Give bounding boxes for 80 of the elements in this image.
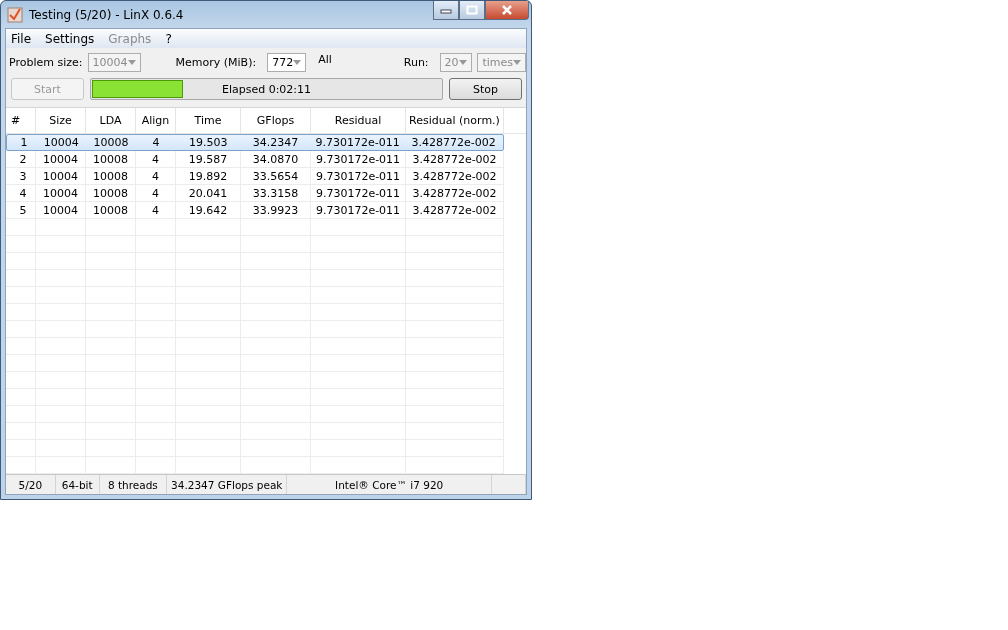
window-title: Testing (5/20) - LinX 0.6.4 <box>29 7 185 22</box>
table-row[interactable]: 4 10004 10008 4 20.041 33.3158 9.730172e-011 3.428772e-002 <box>6 185 504 202</box>
table-cell: 3 <box>6 168 36 184</box>
table-cell: 4 <box>136 168 176 184</box>
column-header[interactable]: GFlops <box>241 108 311 133</box>
column-header[interactable]: LDA <box>86 108 136 133</box>
table-row[interactable]: 3 10004 10008 4 19.892 33.5654 9.730172e-011 3.428772e-002 <box>6 168 504 185</box>
table-cell: 10004 <box>36 168 86 184</box>
table-cell-text: 19.503 <box>187 135 229 150</box>
table-cell: 3.428772e-002 <box>406 185 504 201</box>
table-cell: 4 <box>136 151 176 167</box>
status-text: 5/20 <box>6 475 56 494</box>
table-cell-text: 34.2347 <box>251 135 300 150</box>
table-cell: 20.041 <box>176 185 241 201</box>
column-header[interactable]: Residual (norm.) <box>406 108 504 133</box>
table-row[interactable]: 5 10004 10008 4 19.642 33.9923 9.730172e-011 3.428772e-002 <box>6 202 504 219</box>
table-cell: 4 <box>6 185 36 201</box>
maximize-button[interactable] <box>459 1 485 20</box>
minimize-button[interactable] <box>433 1 459 20</box>
table-row[interactable]: 1 10004 10008 4 19.503 34.2347 9.730172e-011 3.428772e-002 <box>6 134 504 151</box>
close-icon <box>501 5 513 15</box>
table-cell: 33.9923 <box>241 202 311 218</box>
table-cell: 33.5654 <box>241 168 311 184</box>
table-cell: 10008 <box>86 168 136 184</box>
table-cell: 3.428772e-002 <box>406 202 504 218</box>
status-text: 64-bit <box>55 475 100 494</box>
table-cell-text: 10004 <box>42 135 80 150</box>
column-header[interactable]: Time <box>176 108 241 133</box>
menu-item[interactable]: Settings <box>45 31 95 46</box>
table-cell: 9.730172e-011 <box>311 151 406 167</box>
menu-item[interactable]: ? <box>165 31 172 46</box>
status-text: 34.2347 GFlops peak <box>167 475 288 494</box>
table-row[interactable]: 2 10004 10008 4 19.587 34.0870 9.730172e-011 3.428772e-002 <box>6 151 504 168</box>
menu-item[interactable]: File <box>11 31 32 46</box>
stop-button[interactable]: Stop <box>449 78 522 100</box>
table-cell: 33.3158 <box>241 185 311 201</box>
close-button[interactable] <box>485 1 529 20</box>
field-label: Memory (MiB): <box>175 55 257 69</box>
memory-note: All <box>318 53 332 66</box>
table-cell: 3.428772e-002 <box>406 168 504 184</box>
table-cell: 2 <box>6 151 36 167</box>
field-label: Run: <box>403 55 429 69</box>
table-cell: 4 <box>136 202 176 218</box>
table-cell-text: 4 <box>151 135 161 150</box>
status-text: Intel® Core™ i7 920 <box>287 475 493 494</box>
table-cell: 3.428772e-002 <box>406 151 504 167</box>
dropdown[interactable]: 772 <box>267 52 307 72</box>
column-header[interactable]: Size <box>36 108 86 133</box>
table-cell: 19.587 <box>176 151 241 167</box>
table-cell: 10004 <box>36 185 86 201</box>
elapsed-time: Elapsed 0:02:11 <box>220 83 313 96</box>
table-cell: 10008 <box>86 185 136 201</box>
maximize-icon <box>466 5 478 15</box>
table-cell-text: 10008 <box>92 135 130 150</box>
table-cell: 34.0870 <box>241 151 311 167</box>
table-cell-text: 1 <box>19 135 29 150</box>
dropdown-arrow-icon <box>127 59 136 65</box>
dropdown-arrow-icon <box>293 59 302 65</box>
table-cell: 4 <box>136 185 176 201</box>
table-cell: 19.892 <box>176 168 241 184</box>
dropdown-arrow-icon <box>459 59 468 65</box>
column-header[interactable]: Align <box>136 108 176 133</box>
table-cell: 10008 <box>86 151 136 167</box>
dropdown-arrow-icon <box>513 59 521 65</box>
table-cell: 9.730172e-011 <box>311 202 406 218</box>
status-text: 8 threads <box>99 475 168 494</box>
table-cell: 10004 <box>36 202 86 218</box>
minimize-icon <box>440 6 452 14</box>
table-cell: 9.730172e-011 <box>311 185 406 201</box>
table-cell: 10008 <box>86 202 136 218</box>
column-header[interactable]: # <box>6 108 36 133</box>
field-label: Problem size: <box>9 55 83 69</box>
table-cell: 5 <box>6 202 36 218</box>
table-cell-text: 3.428772e-002 <box>410 135 497 150</box>
table-cell: 10004 <box>36 151 86 167</box>
table-cell-text: 9.730172e-011 <box>314 135 401 150</box>
table-cell: 19.642 <box>176 202 241 218</box>
column-header[interactable]: Residual <box>311 108 406 133</box>
checkmark-icon <box>7 6 23 23</box>
table-cell: 9.730172e-011 <box>311 168 406 184</box>
